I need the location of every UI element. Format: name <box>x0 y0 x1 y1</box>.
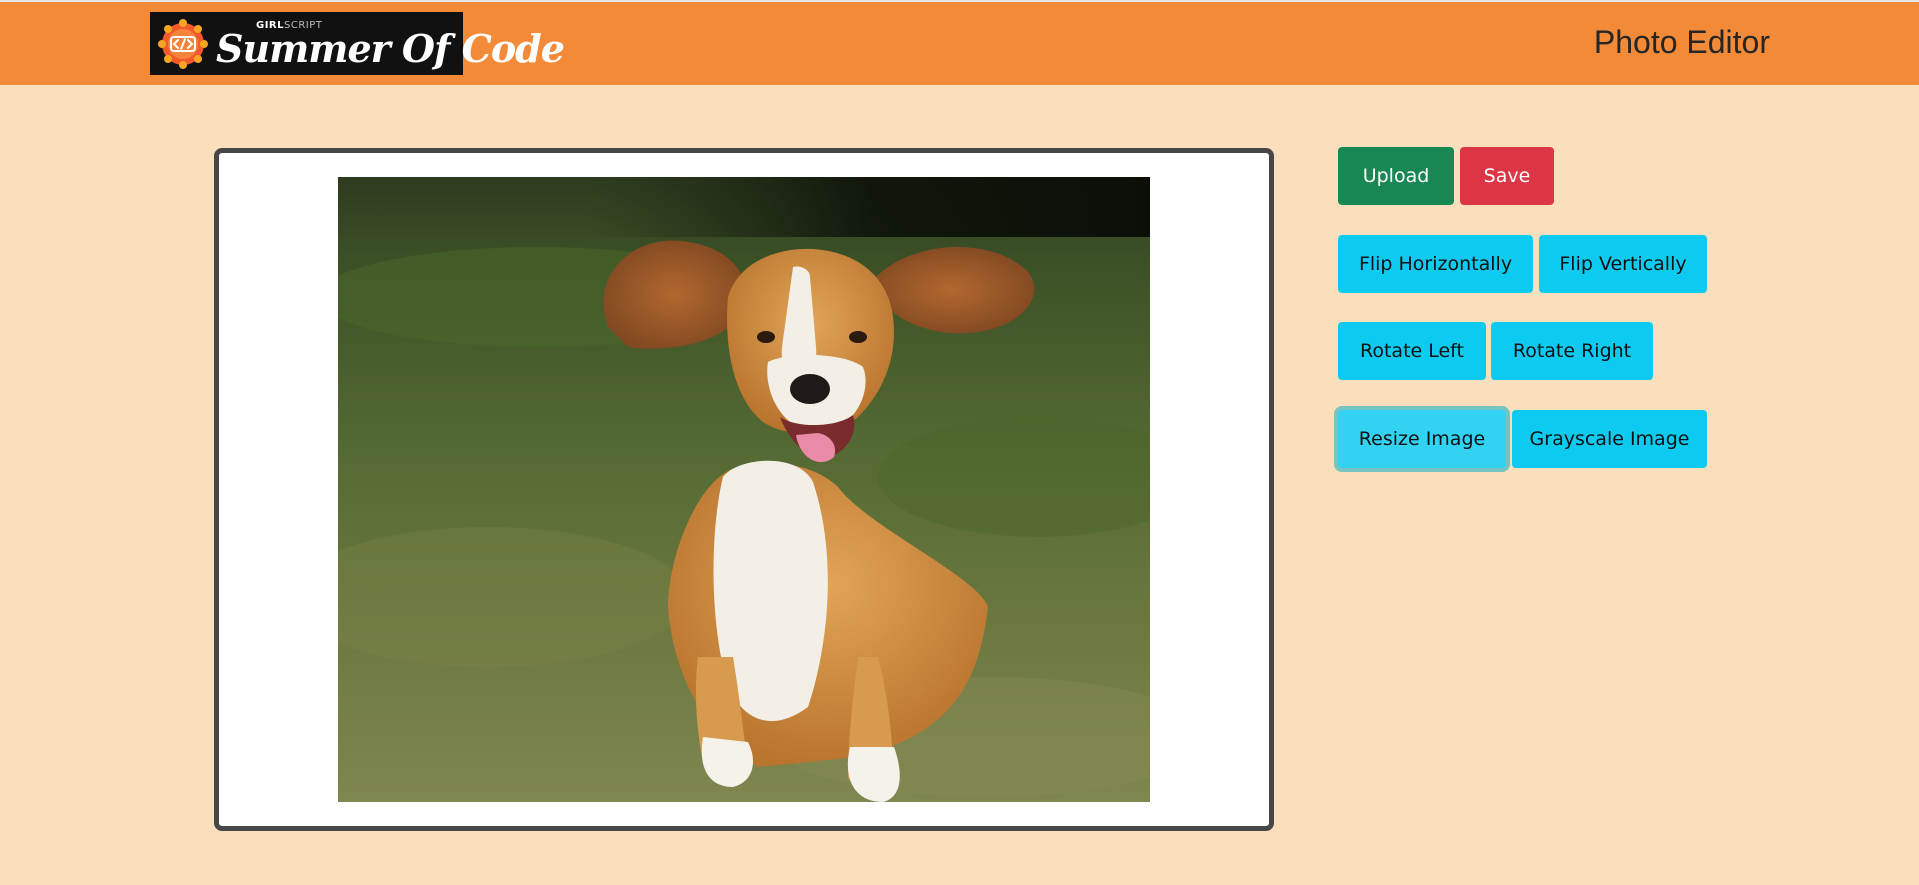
rotate-left-button[interactable]: Rotate Left <box>1338 322 1486 380</box>
header-bar: GIRLSCRIPT Summer Of Code Photo Editor <box>0 0 1919 85</box>
rotate-right-button[interactable]: Rotate Right <box>1491 322 1653 380</box>
upload-button[interactable]: Upload <box>1338 147 1454 205</box>
code-brackets-icon <box>158 18 208 69</box>
page-title: Photo Editor <box>1593 24 1770 60</box>
flip-vertically-button[interactable]: Flip Vertically <box>1539 235 1707 293</box>
logo-main-text: Summer Of Code <box>216 26 565 71</box>
gssoc-logo[interactable]: GIRLSCRIPT Summer Of Code <box>150 12 565 75</box>
grayscale-image-button[interactable]: Grayscale Image <box>1512 410 1707 468</box>
logo-wordmark: GIRLSCRIPT Summer Of Code <box>216 12 565 75</box>
flip-horizontally-button[interactable]: Flip Horizontally <box>1338 235 1533 293</box>
edited-photo[interactable] <box>338 177 1150 802</box>
save-button[interactable]: Save <box>1460 147 1554 205</box>
resize-image-button[interactable]: Resize Image <box>1338 410 1506 468</box>
